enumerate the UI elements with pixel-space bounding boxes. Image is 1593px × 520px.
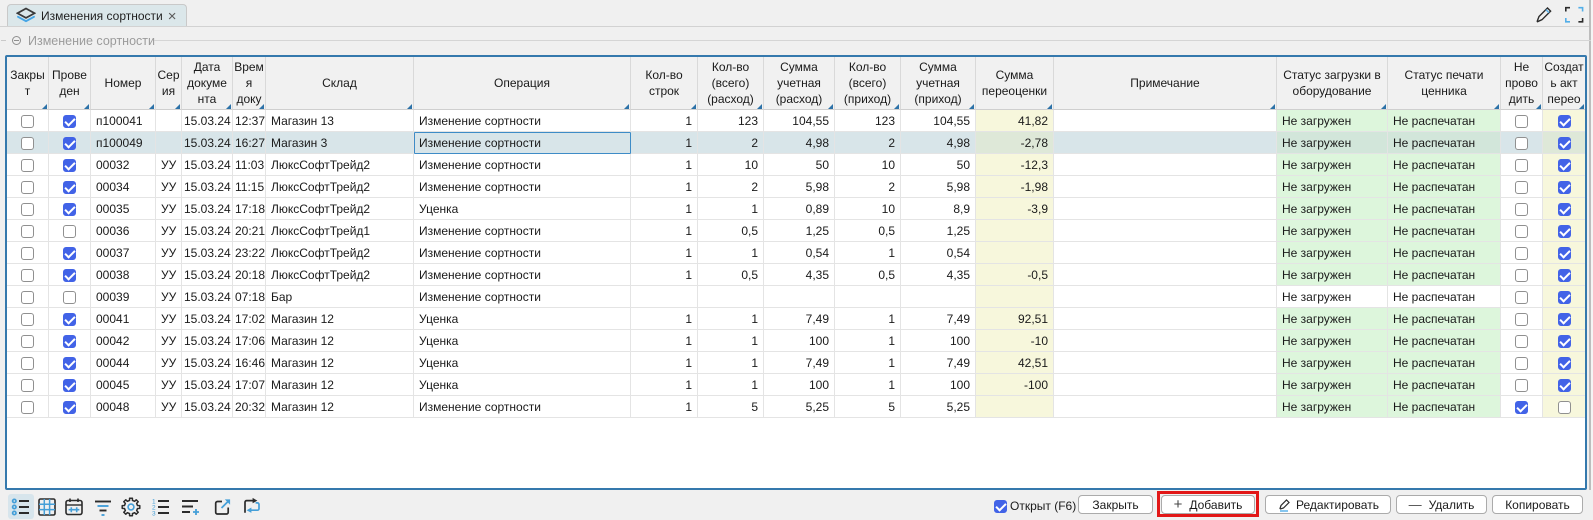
svg-text:3: 3 [152,511,156,518]
